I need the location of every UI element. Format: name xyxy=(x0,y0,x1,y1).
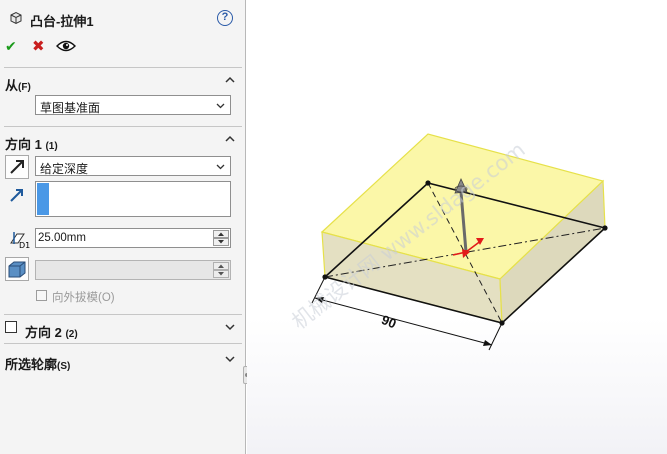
depth-spinner xyxy=(213,230,229,246)
draft-outward-label: 向外拔模 xyxy=(52,292,98,304)
section-from-title: 从 xyxy=(5,78,19,93)
end-condition-value: 给定深度 xyxy=(40,162,89,176)
expand-chevron-icon[interactable] xyxy=(225,354,235,364)
section-direction1-title: 方向 1 xyxy=(5,137,42,152)
end-condition-select[interactable]: 给定深度 xyxy=(35,156,231,176)
graphics-viewport[interactable] xyxy=(247,0,667,454)
ok-icon[interactable]: ✔ xyxy=(5,38,17,55)
cancel-icon[interactable]: ✖ xyxy=(32,37,45,55)
listbox-selection-marker xyxy=(37,183,49,215)
reverse-direction-icon xyxy=(10,160,24,174)
section-direction2-title: 方向 2 xyxy=(25,325,62,340)
svg-text:D1: D1 xyxy=(19,241,30,249)
section-direction2-key: (2) xyxy=(65,329,78,340)
spin-up-icon[interactable] xyxy=(213,262,229,270)
section-from-header[interactable]: 从(F) xyxy=(5,73,239,93)
preview-eye-icon[interactable] xyxy=(56,39,76,53)
spin-down-icon[interactable] xyxy=(213,270,229,278)
draft-icon xyxy=(8,261,26,278)
draft-toggle-button[interactable] xyxy=(5,257,29,281)
panel-titlebar: 凸台-拉伸1 ? xyxy=(0,0,246,34)
dimension-extension xyxy=(488,322,503,351)
feature-title: 凸台-拉伸1 xyxy=(30,14,94,29)
extrude-preview-model xyxy=(311,133,608,351)
section-contours-key: (S) xyxy=(57,361,71,372)
sketch-vertex xyxy=(602,225,608,231)
spin-down-icon[interactable] xyxy=(213,238,229,246)
draft-angle-input[interactable] xyxy=(35,260,231,280)
section-direction2-header[interactable]: 方向 2 (2) xyxy=(25,320,239,340)
expand-chevron-icon[interactable] xyxy=(225,322,235,332)
collapse-chevron-icon[interactable] xyxy=(225,134,235,144)
divider xyxy=(4,343,242,344)
section-direction1-key: (1) xyxy=(45,141,58,152)
triad-origin xyxy=(464,250,468,254)
draft-outward-checkbox[interactable] xyxy=(36,290,47,301)
section-direction1-header[interactable]: 方向 1 (1) xyxy=(5,132,239,152)
collapse-chevron-icon[interactable] xyxy=(225,75,235,85)
section-from-key: (F) xyxy=(18,82,31,93)
dimension-arrow xyxy=(483,340,492,346)
direction-vector-icon xyxy=(10,189,23,202)
depth-icon: D1 xyxy=(10,232,30,249)
spin-up-icon[interactable] xyxy=(213,230,229,238)
divider xyxy=(4,67,242,68)
draft-outward-key: (O) xyxy=(98,292,115,304)
from-start-condition-select[interactable]: 草图基准面 xyxy=(35,95,231,115)
from-start-condition-value: 草图基准面 xyxy=(40,101,101,115)
divider xyxy=(4,314,242,315)
divider xyxy=(4,126,242,127)
direction2-checkbox[interactable] xyxy=(5,321,17,333)
section-contours-title: 所选轮廓 xyxy=(5,357,58,372)
action-buttons: ✔ ✖ xyxy=(0,36,246,56)
property-manager-panel: 凸台-拉伸1 ? ✔ ✖ 从(F) 草图基准面 方向 1 (1) 给定深度 D1… xyxy=(0,0,246,454)
depth-value: 25.00mm xyxy=(38,232,86,244)
depth-input[interactable]: 25.00mm xyxy=(35,228,231,248)
direction-vector-listbox[interactable] xyxy=(35,181,231,217)
draft-angle-spinner xyxy=(213,262,229,278)
dropdown-arrow-icon xyxy=(216,164,225,170)
reverse-direction-button[interactable] xyxy=(5,155,29,179)
dropdown-arrow-icon xyxy=(216,103,225,109)
section-contours-header[interactable]: 所选轮廓(S) xyxy=(5,352,239,372)
part-feature-icon xyxy=(10,11,22,25)
sketch-vertex xyxy=(425,180,431,186)
help-icon[interactable]: ? xyxy=(217,10,233,26)
